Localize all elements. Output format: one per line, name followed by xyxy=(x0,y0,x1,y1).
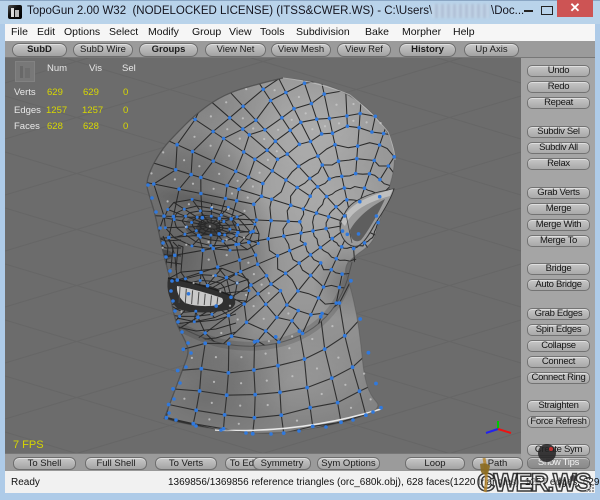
svg-text:7 FPS: 7 FPS xyxy=(13,439,44,451)
